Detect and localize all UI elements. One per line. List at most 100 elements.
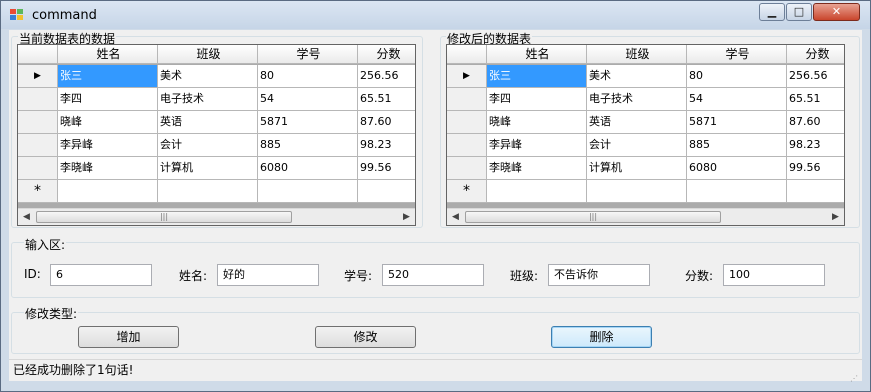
horizontal-scrollbar[interactable]: ◀ ||| ▶ xyxy=(447,208,844,225)
app-icon xyxy=(10,9,24,21)
grid-cell[interactable]: 87.60 xyxy=(358,111,415,134)
grid-cell[interactable]: 99.56 xyxy=(787,157,844,180)
grid-cell[interactable]: 张三 xyxy=(58,65,158,88)
title-bar[interactable]: command ▁ □ ✕ xyxy=(1,1,870,29)
row-header[interactable] xyxy=(18,111,58,134)
delete-button[interactable]: 删除 xyxy=(551,326,652,348)
id-input[interactable]: 6 xyxy=(50,264,152,286)
grid-cell[interactable]: 美术 xyxy=(158,65,258,88)
row-header[interactable] xyxy=(18,134,58,157)
modified-data-grid[interactable]: 姓名 班级 学号 分数 ▶ 张三 美术 80 256.56 李四 电子技术 54 65.51 晓峰 英语 58… xyxy=(446,44,845,226)
grid-cell[interactable]: 会计 xyxy=(158,134,258,157)
column-header[interactable]: 学号 xyxy=(687,45,787,64)
close-button[interactable]: ✕ xyxy=(813,3,860,21)
grid-cell[interactable]: 80 xyxy=(687,65,787,88)
add-button[interactable]: 增加 xyxy=(78,326,179,348)
grid-corner-header[interactable] xyxy=(18,45,58,64)
column-header[interactable]: 学号 xyxy=(258,45,358,64)
grid-cell[interactable]: 54 xyxy=(258,88,358,111)
grid-cell[interactable]: 885 xyxy=(687,134,787,157)
grid-cell[interactable]: 98.23 xyxy=(787,134,844,157)
new-row-icon: * xyxy=(34,183,41,199)
new-row-cell[interactable] xyxy=(258,180,358,203)
grid-cell[interactable]: 87.60 xyxy=(787,111,844,134)
row-header[interactable] xyxy=(18,88,58,111)
student-number-input[interactable]: 520 xyxy=(382,264,484,286)
scroll-right-icon[interactable]: ▶ xyxy=(827,209,844,225)
grid-cell[interactable]: 计算机 xyxy=(587,157,687,180)
score-input[interactable]: 100 xyxy=(723,264,825,286)
client-area: 当前数据表的数据 姓名 班级 学号 分数 ▶ 张三 美术 80 256.56 李四 电子技术 54 65… xyxy=(9,30,862,380)
new-row-cell[interactable] xyxy=(587,180,687,203)
grid-cell[interactable]: 电子技术 xyxy=(158,88,258,111)
new-row-cell[interactable] xyxy=(787,180,844,203)
grid-cell[interactable]: 会计 xyxy=(587,134,687,157)
grid-cell[interactable]: 256.56 xyxy=(358,65,415,88)
name-input[interactable]: 好的 xyxy=(217,264,319,286)
grid-cell[interactable]: 李异峰 xyxy=(487,134,587,157)
grid-cell[interactable]: 98.23 xyxy=(358,134,415,157)
grid-cell[interactable]: 885 xyxy=(258,134,358,157)
grid-cell[interactable]: 80 xyxy=(258,65,358,88)
new-row-cell[interactable] xyxy=(687,180,787,203)
grid-cell[interactable]: 晓峰 xyxy=(487,111,587,134)
maximize-button[interactable]: □ xyxy=(786,3,812,21)
grid-cell[interactable]: 美术 xyxy=(587,65,687,88)
horizontal-scrollbar[interactable]: ◀ ||| ▶ xyxy=(18,208,415,225)
grid-cell[interactable]: 李四 xyxy=(58,88,158,111)
column-header[interactable]: 姓名 xyxy=(487,45,587,64)
new-row-cell[interactable] xyxy=(58,180,158,203)
grid-cell[interactable]: 65.51 xyxy=(358,88,415,111)
edit-button[interactable]: 修改 xyxy=(315,326,416,348)
window-title: command xyxy=(32,8,97,23)
grid-cell[interactable]: 5871 xyxy=(258,111,358,134)
grid-header: 姓名 班级 学号 分数 xyxy=(18,45,415,64)
column-header[interactable]: 姓名 xyxy=(58,45,158,64)
new-row-cell[interactable] xyxy=(358,180,415,203)
id-label: ID: xyxy=(24,267,41,281)
grid-cell[interactable]: 李晓峰 xyxy=(58,157,158,180)
row-header[interactable] xyxy=(447,88,487,111)
new-row-header[interactable]: * xyxy=(447,180,487,203)
current-data-grid[interactable]: 姓名 班级 学号 分数 ▶ 张三 美术 80 256.56 李四 电子技术 54 65.51 晓峰 英语 58… xyxy=(17,44,416,226)
grid-cell[interactable]: 英语 xyxy=(158,111,258,134)
new-row-cell[interactable] xyxy=(487,180,587,203)
column-header[interactable]: 班级 xyxy=(158,45,258,64)
grid-cell[interactable]: 6080 xyxy=(258,157,358,180)
grid-cell[interactable]: 256.56 xyxy=(787,65,844,88)
new-row-header[interactable]: * xyxy=(18,180,58,203)
grid-cell[interactable]: 晓峰 xyxy=(58,111,158,134)
column-header[interactable]: 班级 xyxy=(587,45,687,64)
column-header[interactable]: 分数 xyxy=(787,45,844,64)
grid-cell[interactable]: 54 xyxy=(687,88,787,111)
scroll-right-icon[interactable]: ▶ xyxy=(398,209,415,225)
row-header[interactable]: ▶ xyxy=(447,65,487,88)
scroll-thumb[interactable]: ||| xyxy=(465,211,721,223)
grid-cell[interactable]: 张三 xyxy=(487,65,587,88)
grid-cell[interactable]: 英语 xyxy=(587,111,687,134)
grid-cell[interactable]: 李晓峰 xyxy=(487,157,587,180)
scroll-thumb[interactable]: ||| xyxy=(36,211,292,223)
row-header[interactable]: ▶ xyxy=(18,65,58,88)
row-header[interactable] xyxy=(447,157,487,180)
scroll-left-icon[interactable]: ◀ xyxy=(18,209,35,225)
row-header[interactable] xyxy=(447,111,487,134)
grid-cell[interactable]: 99.56 xyxy=(358,157,415,180)
grid-cell[interactable]: 65.51 xyxy=(787,88,844,111)
row-header[interactable] xyxy=(447,134,487,157)
current-row-arrow-icon: ▶ xyxy=(34,71,41,81)
class-input[interactable]: 不告诉你 xyxy=(548,264,650,286)
column-header[interactable]: 分数 xyxy=(358,45,415,64)
grid-cell[interactable]: 计算机 xyxy=(158,157,258,180)
grid-cell[interactable]: 5871 xyxy=(687,111,787,134)
grid-corner-header[interactable] xyxy=(447,45,487,64)
grid-cell[interactable]: 6080 xyxy=(687,157,787,180)
scroll-left-icon[interactable]: ◀ xyxy=(447,209,464,225)
grid-cell[interactable]: 李异峰 xyxy=(58,134,158,157)
resize-grip-icon[interactable]: ⋰ xyxy=(850,368,860,383)
grid-cell[interactable]: 李四 xyxy=(487,88,587,111)
new-row-cell[interactable] xyxy=(158,180,258,203)
grid-cell[interactable]: 电子技术 xyxy=(587,88,687,111)
minimize-button[interactable]: ▁ xyxy=(759,3,785,21)
row-header[interactable] xyxy=(18,157,58,180)
